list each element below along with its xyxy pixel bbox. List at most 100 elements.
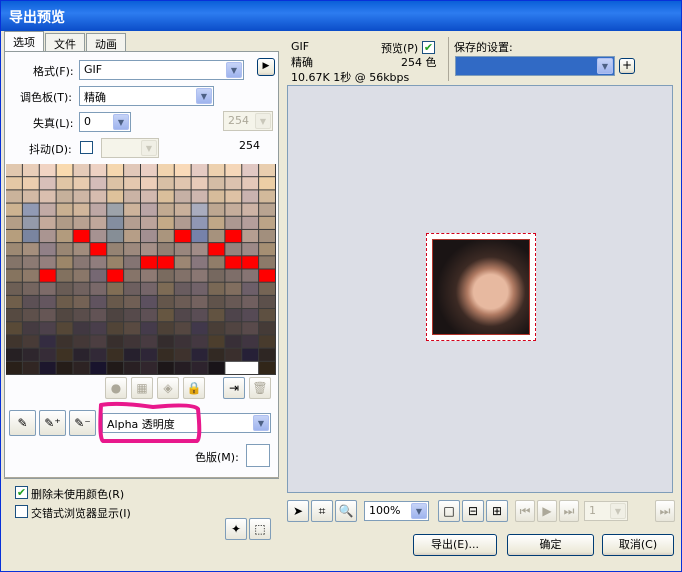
palette-swatch[interactable] <box>191 361 208 374</box>
palette-swatch[interactable] <box>39 256 56 269</box>
palette-swatch[interactable] <box>6 322 22 335</box>
palette-swatch[interactable] <box>107 229 124 243</box>
palette-swatch[interactable] <box>191 243 208 256</box>
palette-swatch[interactable] <box>124 348 140 361</box>
palette-swatch[interactable] <box>141 282 157 295</box>
palette-swatch[interactable] <box>22 335 39 348</box>
transparent-swatch[interactable] <box>225 361 259 374</box>
palette-swatch[interactable] <box>22 256 39 269</box>
palette-select[interactable]: 精确 ▼ <box>79 86 214 106</box>
palette-swatch[interactable] <box>191 190 208 203</box>
palette-swatch[interactable] <box>157 361 174 374</box>
palette-swatch[interactable] <box>225 348 242 361</box>
palette-swatch[interactable] <box>124 203 140 216</box>
palette-swatch[interactable] <box>6 309 22 322</box>
palette-swatch[interactable] <box>107 335 124 348</box>
split-two-view-icon[interactable]: ⊟ <box>462 500 484 522</box>
palette-swatch[interactable] <box>174 322 191 335</box>
palette-swatch[interactable] <box>208 216 225 229</box>
palette-swatch[interactable] <box>6 229 22 243</box>
tab-file[interactable]: 文件 <box>45 33 85 51</box>
palette-swatch[interactable] <box>259 269 275 282</box>
split-four-view-icon[interactable]: ⊞ <box>486 500 508 522</box>
circle-icon[interactable]: ● <box>105 377 127 399</box>
palette-swatch[interactable] <box>22 243 39 256</box>
single-view-icon[interactable]: □ <box>438 500 460 522</box>
palette-swatch[interactable] <box>225 203 242 216</box>
palette-swatch[interactable] <box>6 295 22 309</box>
palette-swatch[interactable] <box>73 361 90 374</box>
palette-swatch[interactable] <box>107 243 124 256</box>
palette-swatch[interactable] <box>107 322 124 335</box>
palette-swatch[interactable] <box>259 216 275 229</box>
palette-swatch[interactable] <box>107 361 124 374</box>
palette-swatch[interactable] <box>107 282 124 295</box>
palette-swatch[interactable] <box>208 295 225 309</box>
palette-swatch[interactable] <box>191 216 208 229</box>
palette-swatch[interactable] <box>174 335 191 348</box>
palette-swatch[interactable] <box>22 190 39 203</box>
export-wizard-icon[interactable]: ⬚ <box>249 518 271 540</box>
palette-swatch[interactable] <box>259 203 275 216</box>
palette-swatch[interactable] <box>90 295 107 309</box>
palette-swatch[interactable] <box>141 256 157 269</box>
pointer-tool-icon[interactable]: ➤ <box>287 500 309 522</box>
palette-swatch[interactable] <box>6 164 22 177</box>
palette-swatch[interactable] <box>39 190 56 203</box>
palette-swatch[interactable] <box>39 229 56 243</box>
palette-swatch[interactable] <box>6 282 22 295</box>
palette-swatch[interactable] <box>56 282 73 295</box>
palette-swatch[interactable] <box>90 322 107 335</box>
palette-swatch[interactable] <box>90 164 107 177</box>
palette-swatch[interactable] <box>90 203 107 216</box>
palette-swatch[interactable] <box>56 203 73 216</box>
interlaced-checkbox[interactable] <box>15 505 28 518</box>
palette-swatch[interactable] <box>73 309 90 322</box>
palette-swatch[interactable] <box>56 295 73 309</box>
palette-swatch[interactable] <box>22 309 39 322</box>
transparent-swatch-icon[interactable]: ▦ <box>131 377 153 399</box>
palette-swatch[interactable] <box>107 216 124 229</box>
palette-swatch[interactable] <box>124 190 140 203</box>
palette-swatch[interactable] <box>174 190 191 203</box>
palette-swatch[interactable] <box>225 282 242 295</box>
palette-swatch[interactable] <box>90 177 107 190</box>
zoom-tool-icon[interactable]: 🔍 <box>335 500 357 522</box>
palette-swatch[interactable] <box>56 335 73 348</box>
palette-swatch[interactable] <box>242 229 259 243</box>
palette-swatch[interactable] <box>56 256 73 269</box>
loss-select[interactable]: 0 ▼ <box>79 112 131 132</box>
palette-swatch[interactable] <box>174 164 191 177</box>
palette-swatch[interactable] <box>174 177 191 190</box>
palette-swatch[interactable] <box>157 295 174 309</box>
palette-swatch[interactable] <box>39 335 56 348</box>
palette-swatch[interactable] <box>242 243 259 256</box>
palette-swatch[interactable] <box>107 177 124 190</box>
trash-icon[interactable]: 🗑 <box>249 377 271 399</box>
palette-swatch[interactable] <box>225 229 242 243</box>
palette-swatch[interactable] <box>141 309 157 322</box>
palette-swatch[interactable] <box>107 203 124 216</box>
palette-swatch[interactable] <box>208 203 225 216</box>
palette-swatch[interactable] <box>73 203 90 216</box>
palette-swatch[interactable] <box>6 243 22 256</box>
palette-swatch[interactable] <box>22 295 39 309</box>
palette-swatch[interactable] <box>174 216 191 229</box>
palette-swatch[interactable] <box>141 295 157 309</box>
palette-swatch[interactable] <box>174 243 191 256</box>
palette-swatch[interactable] <box>225 322 242 335</box>
palette-swatch[interactable] <box>208 164 225 177</box>
dither-checkbox[interactable] <box>80 141 93 154</box>
palette-swatch[interactable] <box>124 295 140 309</box>
palette-swatch[interactable] <box>90 216 107 229</box>
palette-swatch[interactable] <box>242 164 259 177</box>
palette-swatch[interactable] <box>124 309 140 322</box>
palette-swatch[interactable] <box>6 269 22 282</box>
first-frame-icon[interactable]: ⏮ <box>515 500 535 522</box>
palette-swatch[interactable] <box>174 203 191 216</box>
palette-swatch[interactable] <box>56 177 73 190</box>
palette-swatch[interactable] <box>6 348 22 361</box>
palette-swatch[interactable] <box>124 216 140 229</box>
palette-swatch[interactable] <box>157 256 174 269</box>
palette-swatch[interactable] <box>73 164 90 177</box>
